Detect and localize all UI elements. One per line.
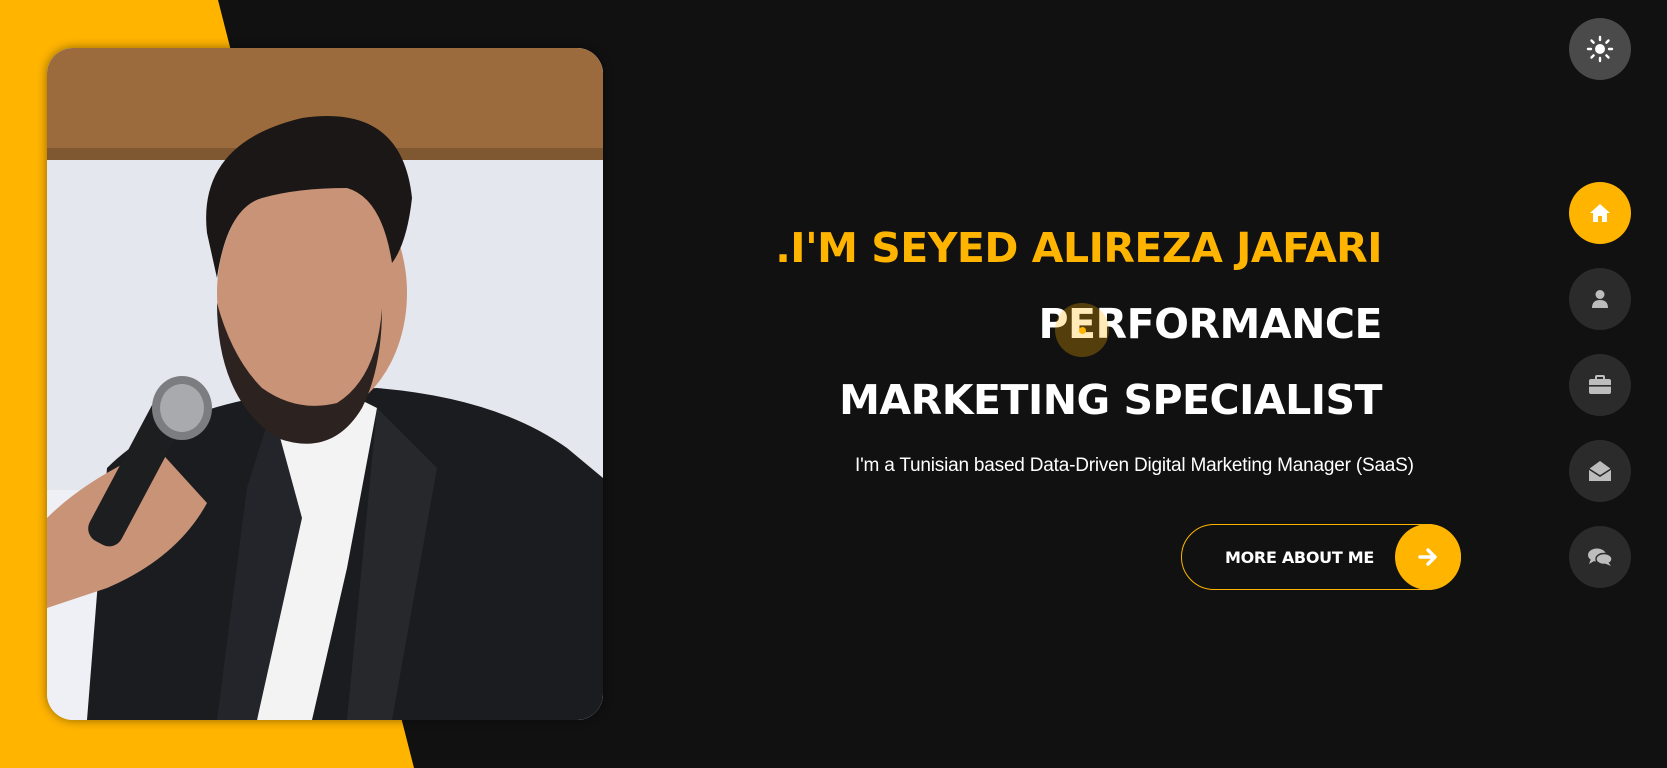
home-icon: [1590, 204, 1610, 222]
sun-icon: [1586, 35, 1614, 63]
theme-toggle-button[interactable]: [1569, 18, 1631, 80]
profile-photo: [47, 48, 603, 720]
comments-icon: [1588, 548, 1613, 566]
more-about-me-label: MORE ABOUT ME: [1225, 548, 1374, 567]
more-about-me-button[interactable]: MORE ABOUT ME: [1181, 524, 1461, 590]
user-icon: [1592, 290, 1608, 308]
hero-heading: .I'M SEYED ALIREZA JAFARI PERFORMANCE MA…: [662, 210, 1382, 438]
briefcase-icon: [1589, 375, 1611, 394]
envelope-open-icon: [1588, 461, 1612, 481]
hero-tagline: I'm a Tunisian based Data-Driven Digital…: [855, 455, 1414, 476]
nav-about-button[interactable]: [1569, 268, 1631, 330]
hero-role-line-1: PERFORMANCE: [1038, 300, 1382, 348]
cursor-indicator: [1055, 303, 1109, 357]
arrow-right-icon: [1395, 524, 1461, 590]
hero-name: .I'M SEYED ALIREZA JAFARI: [775, 224, 1382, 272]
nav-portfolio-button[interactable]: [1569, 354, 1631, 416]
nav-contact-button[interactable]: [1569, 440, 1631, 502]
nav-home-button[interactable]: [1569, 182, 1631, 244]
hero-role-line-2: MARKETING SPECIALIST: [839, 376, 1382, 424]
nav-blog-button[interactable]: [1569, 526, 1631, 588]
